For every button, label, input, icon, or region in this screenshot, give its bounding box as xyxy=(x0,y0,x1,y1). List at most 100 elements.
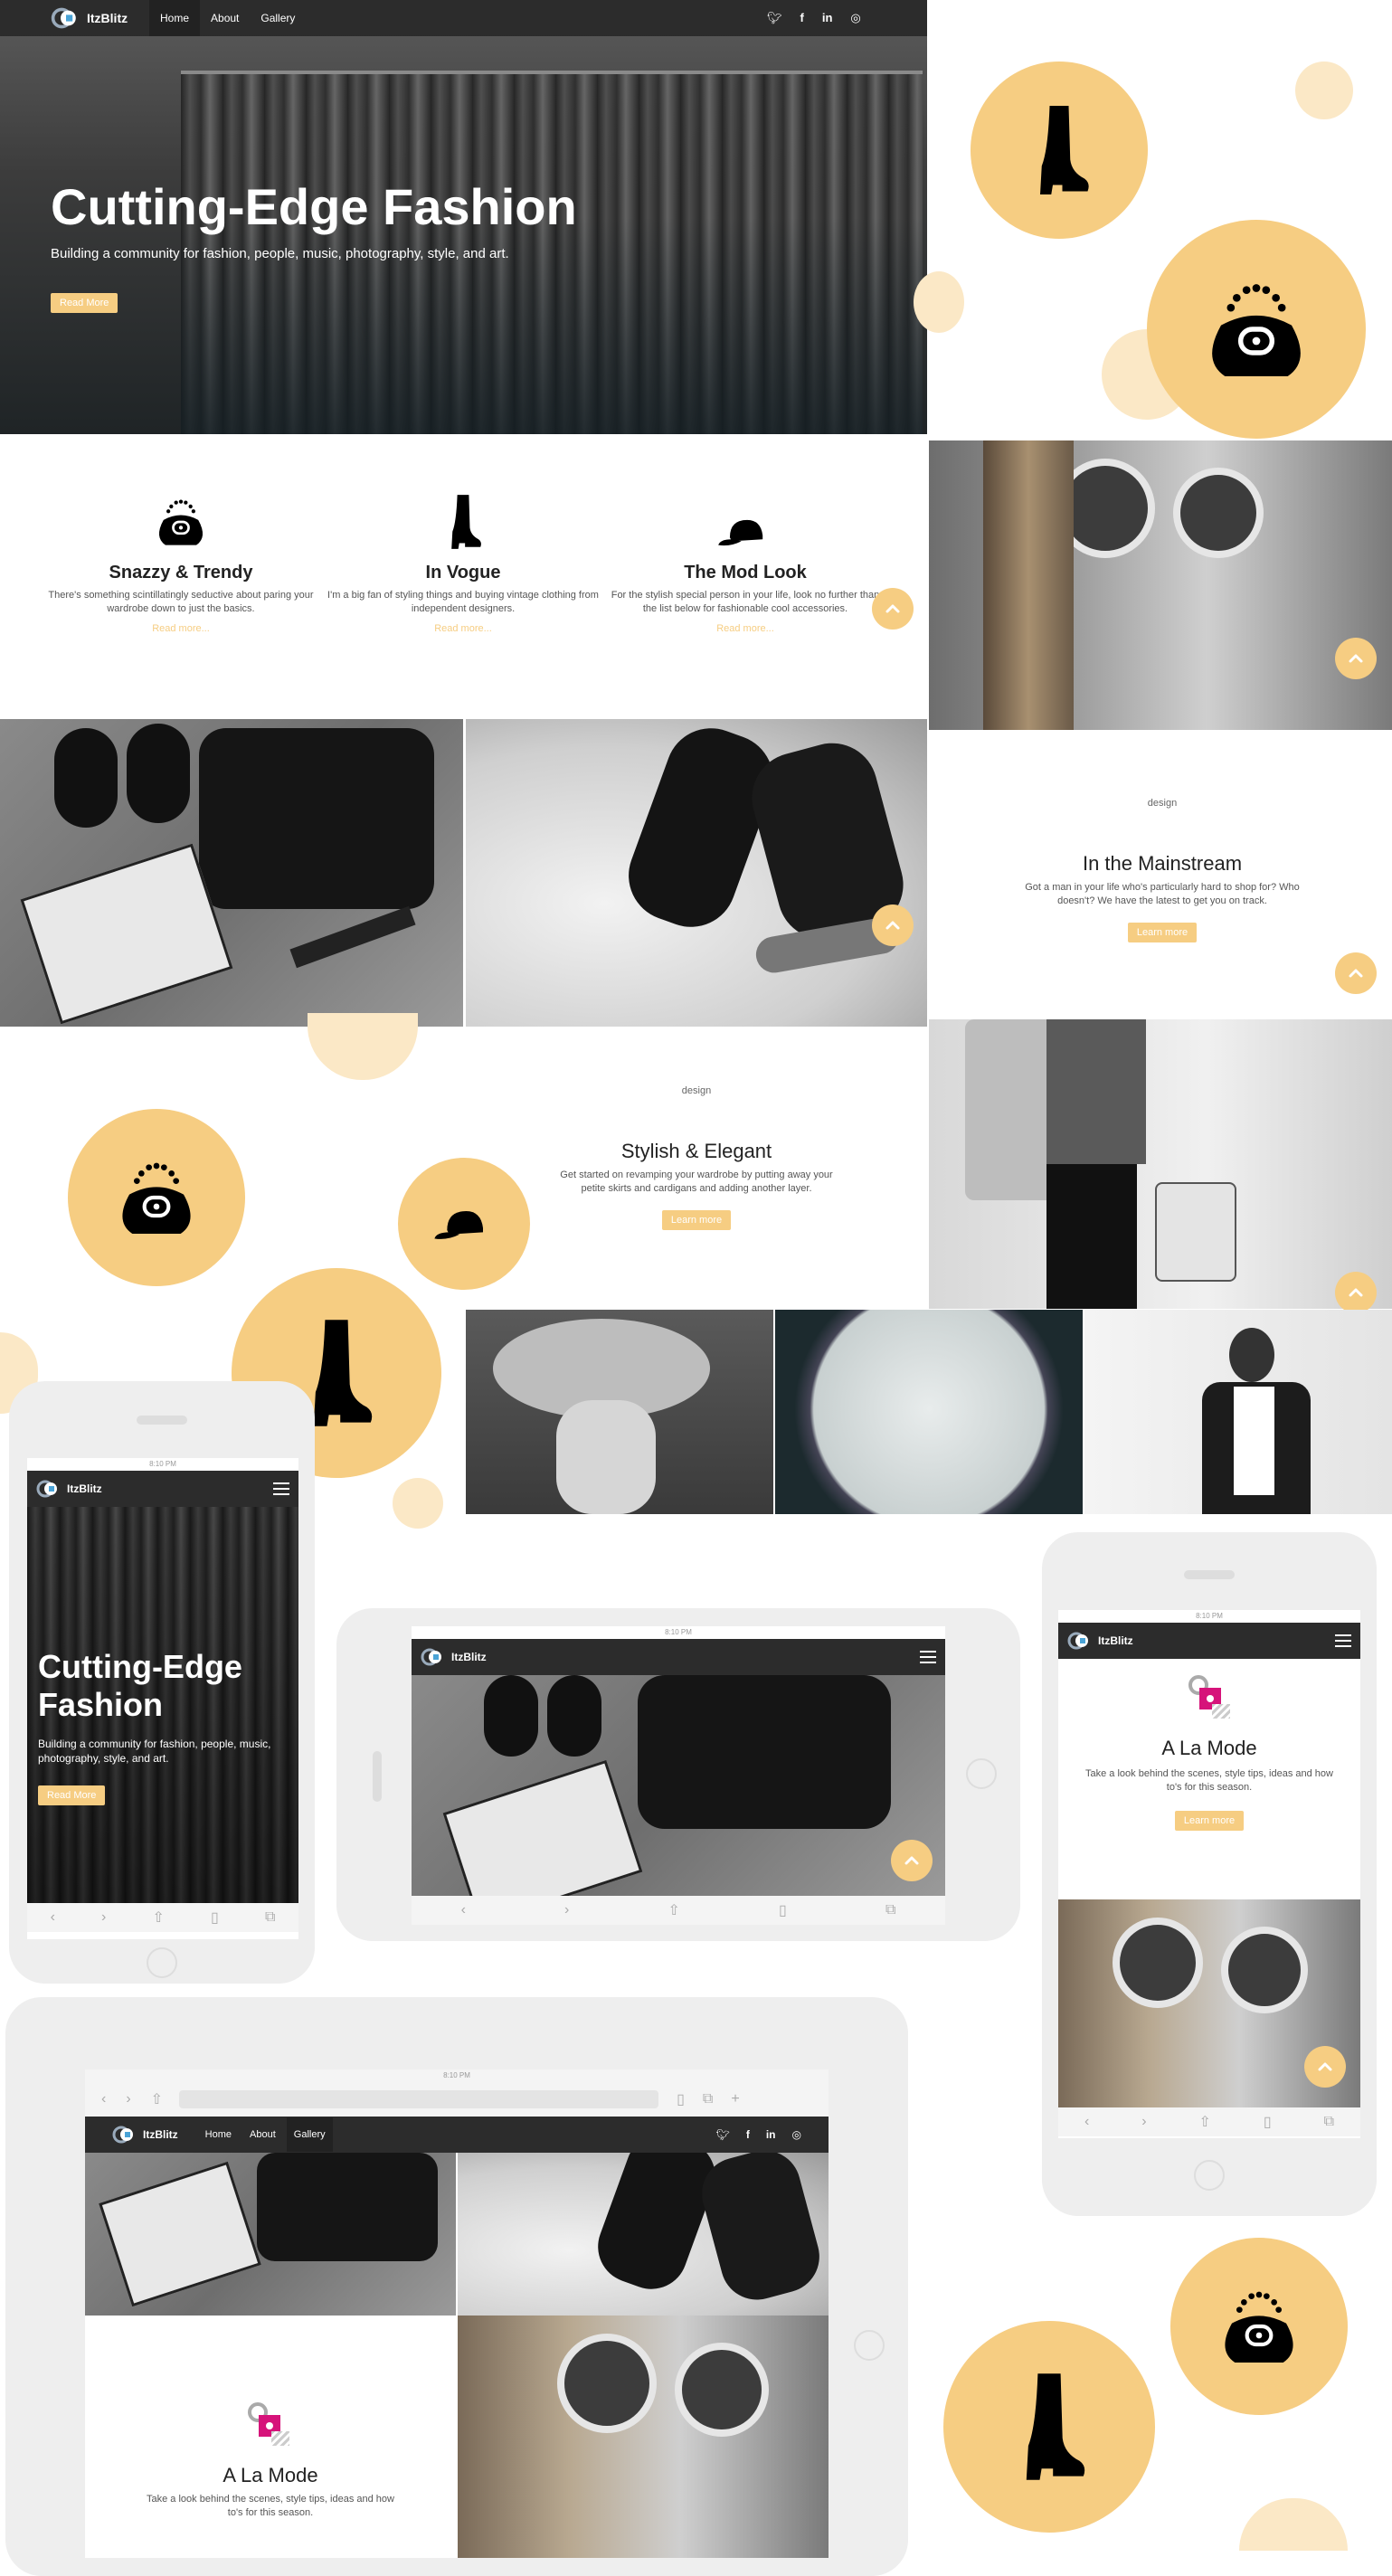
brand-logo-icon[interactable] xyxy=(51,7,81,29)
home-button[interactable] xyxy=(147,1947,177,1978)
chevron-up-icon xyxy=(884,600,902,618)
shoes-bag-notebook-image xyxy=(0,719,463,1027)
linkedin-icon[interactable]: in xyxy=(766,2128,776,2141)
phone-right-device: 8:10 PM ItzBlitz A La Mode Take a look b… xyxy=(1042,1532,1377,2216)
bookmarks-icon[interactable]: ▯ xyxy=(211,1908,219,1927)
nav-item-home[interactable]: Home xyxy=(149,0,201,36)
share-icon[interactable]: ⇧ xyxy=(668,1901,679,1919)
watch-image xyxy=(775,1310,1083,1514)
read-more-link[interactable]: Read more... xyxy=(610,623,881,634)
top-nav: ItzBlitz Home About Gallery 🐦︎ f in ◎ xyxy=(0,0,927,36)
learn-more-button[interactable]: Learn more xyxy=(1127,923,1198,942)
mainstream-title: In the Mainstream xyxy=(1082,852,1243,875)
brand-logo-icon[interactable] xyxy=(1067,1632,1093,1650)
bag-circle xyxy=(1147,220,1366,439)
brand-name[interactable]: ItzBlitz xyxy=(67,1482,102,1495)
scroll-up-button[interactable] xyxy=(1335,638,1377,679)
scroll-up-button[interactable] xyxy=(872,588,914,630)
status-time: 8:10 PM xyxy=(1196,1612,1223,1620)
menu-icon[interactable] xyxy=(920,1651,936,1663)
learn-more-button[interactable]: Learn more xyxy=(661,1210,732,1230)
forward-icon[interactable]: › xyxy=(101,1909,106,1926)
handbag-icon xyxy=(1214,2281,1304,2372)
new-tab-icon[interactable]: + xyxy=(731,2091,739,2107)
home-button[interactable] xyxy=(966,1758,997,1789)
bookmarks-icon[interactable]: ▯ xyxy=(677,2090,685,2108)
menu-icon[interactable] xyxy=(1335,1634,1351,1647)
brand-name[interactable]: ItzBlitz xyxy=(143,2128,178,2141)
handbag-icon xyxy=(152,493,210,551)
home-button[interactable] xyxy=(854,2330,885,2361)
nav-item-gallery[interactable]: Gallery xyxy=(250,0,306,36)
decor-circle xyxy=(1295,62,1353,119)
cap-circle xyxy=(398,1158,530,1290)
mobile-nav: ItzBlitz xyxy=(1058,1623,1360,1659)
scroll-up-button[interactable] xyxy=(872,904,914,946)
bookmarks-icon[interactable]: ▯ xyxy=(1264,2113,1272,2131)
menu-icon[interactable] xyxy=(273,1482,289,1495)
share-icon[interactable]: ⇧ xyxy=(151,2090,163,2108)
forward-icon[interactable]: › xyxy=(126,2091,130,2107)
feature-title: The Mod Look xyxy=(684,563,807,582)
twitter-icon[interactable]: 🐦︎ xyxy=(716,2128,730,2141)
url-field[interactable] xyxy=(179,2090,659,2108)
facebook-icon[interactable]: f xyxy=(746,2128,750,2141)
back-icon[interactable]: ‹ xyxy=(1084,2114,1089,2130)
nav-item-about[interactable]: About xyxy=(250,2129,276,2140)
chevron-up-icon xyxy=(1347,964,1365,982)
feature-text: There's something scintillatingly seduct… xyxy=(48,590,314,614)
twitter-icon[interactable]: 🐦︎ xyxy=(767,0,782,36)
bookmarks-icon[interactable]: ▯ xyxy=(779,1901,787,1919)
scroll-up-button[interactable] xyxy=(1335,1272,1377,1313)
back-icon[interactable]: ‹ xyxy=(101,2091,106,2107)
boot-circle xyxy=(971,62,1148,239)
nav-item-about[interactable]: About xyxy=(200,0,250,36)
phone-left-device: 8:10 PM ItzBlitz Cutting-Edge Fashion Bu… xyxy=(9,1381,315,1984)
tabs-icon[interactable]: ⧉ xyxy=(1324,2114,1334,2130)
read-more-button[interactable]: Read More xyxy=(51,293,118,313)
alamode-text: Take a look behind the scenes, style tip… xyxy=(1085,1768,1333,1793)
shoes-bag-notebook-image xyxy=(85,2153,456,2316)
share-icon[interactable]: ⇧ xyxy=(152,1908,164,1927)
bag-circle xyxy=(1170,2238,1348,2415)
back-icon[interactable]: ‹ xyxy=(51,1909,55,1926)
forward-icon[interactable]: › xyxy=(564,1902,569,1918)
brand-logo-icon[interactable] xyxy=(421,1648,446,1666)
instagram-icon[interactable]: ◎ xyxy=(850,0,860,36)
back-icon[interactable]: ‹ xyxy=(461,1902,466,1918)
decor-circle xyxy=(393,1478,443,1529)
feature-text: I'm a big fan of styling things and buyi… xyxy=(327,590,599,614)
read-more-button[interactable]: Read More xyxy=(38,1785,106,1805)
tabs-icon[interactable]: ⧉ xyxy=(703,2091,713,2107)
read-more-link[interactable]: Read more... xyxy=(45,623,317,634)
brand-name[interactable]: ItzBlitz xyxy=(451,1651,487,1663)
browser-address-bar: ‹ › ⇧ ▯ ⧉ + xyxy=(85,2082,829,2117)
forward-icon[interactable]: › xyxy=(1141,2114,1146,2130)
status-time: 8:10 PM xyxy=(665,1628,692,1636)
learn-more-button[interactable]: Learn more xyxy=(1174,1811,1245,1831)
chevron-up-icon xyxy=(903,1852,921,1870)
tabs-icon[interactable]: ⧉ xyxy=(265,1909,275,1926)
read-more-link[interactable]: Read more... xyxy=(327,623,599,634)
tabs-icon[interactable]: ⧉ xyxy=(885,1902,895,1918)
facebook-icon[interactable]: f xyxy=(800,0,804,36)
instagram-icon[interactable]: ◎ xyxy=(792,2128,801,2141)
elegant-text: Get started on revamping your wardrobe b… xyxy=(560,1170,833,1194)
share-icon[interactable]: ⇧ xyxy=(1199,2113,1211,2131)
scroll-up-button[interactable] xyxy=(1335,952,1377,994)
brand-logo-icon[interactable] xyxy=(112,2126,137,2144)
brand-name[interactable]: ItzBlitz xyxy=(1098,1634,1133,1647)
home-button[interactable] xyxy=(1194,2160,1225,2191)
scroll-up-button[interactable] xyxy=(1304,2046,1346,2088)
nav-item-gallery[interactable]: Gallery xyxy=(286,2117,333,2152)
coat-woman-image xyxy=(929,1019,1392,1309)
phone-right-screen: 8:10 PM ItzBlitz A La Mode Take a look b… xyxy=(1058,1610,1360,2138)
linkedin-icon[interactable]: in xyxy=(822,0,833,36)
status-time: 8:10 PM xyxy=(149,1460,176,1468)
scroll-up-button[interactable] xyxy=(891,1840,933,1881)
brand-logo-icon[interactable] xyxy=(36,1480,62,1498)
hat-woman-image xyxy=(466,1310,773,1514)
cap-icon xyxy=(716,493,774,551)
brand-name[interactable]: ItzBlitz xyxy=(87,0,128,36)
nav-item-home[interactable]: Home xyxy=(205,2129,232,2140)
